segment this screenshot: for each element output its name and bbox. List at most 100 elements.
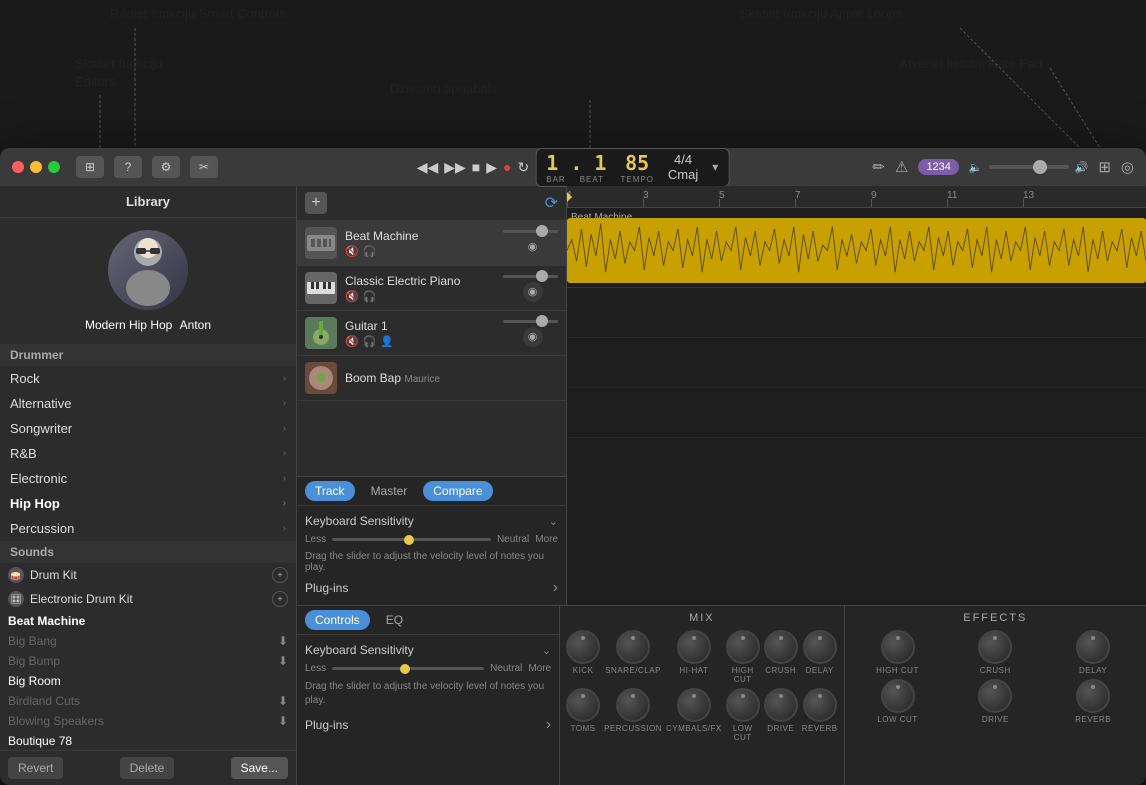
loop-button[interactable]: ↻ bbox=[518, 159, 530, 176]
mute-icon[interactable]: 🔇 bbox=[345, 245, 359, 258]
sound-item-birdland[interactable]: Birdland Cuts ⬇ bbox=[0, 691, 296, 711]
kit-row-drum[interactable]: 🥁 Drum Kit + bbox=[0, 563, 296, 587]
knob-control-percussion[interactable] bbox=[616, 688, 650, 722]
piano-settings-button[interactable]: ◉ bbox=[523, 282, 543, 302]
tab-compare[interactable]: Compare bbox=[423, 481, 492, 501]
download-icon[interactable]: ⬇ bbox=[278, 694, 288, 708]
volume-track[interactable] bbox=[989, 165, 1069, 169]
headphones-icon[interactable]: 🎧 bbox=[363, 290, 377, 303]
piano-track-empty[interactable] bbox=[567, 288, 1146, 338]
knob-control-reverb[interactable] bbox=[803, 688, 837, 722]
sound-item-blowing[interactable]: Blowing Speakers ⬇ bbox=[0, 711, 296, 731]
knob-control-highcut[interactable] bbox=[726, 630, 760, 664]
piano-volume-fader[interactable] bbox=[503, 275, 558, 278]
sound-item-big-bang[interactable]: Big Bang ⬇ bbox=[0, 631, 296, 651]
tab-controls[interactable]: Controls bbox=[305, 610, 370, 630]
track-row-piano[interactable]: Classic Electric Piano 🔇 🎧 ◉ bbox=[297, 266, 566, 311]
minimize-button[interactable] bbox=[30, 161, 42, 173]
tab-track[interactable]: Track bbox=[305, 481, 355, 501]
record-button[interactable]: ● bbox=[503, 159, 511, 175]
fx-knob-control-lowcut[interactable] bbox=[881, 679, 915, 713]
loop-icon[interactable]: ⟳ bbox=[545, 195, 558, 212]
tab-eq[interactable]: EQ bbox=[376, 610, 413, 630]
sensitivity-thumb[interactable] bbox=[404, 535, 414, 545]
track-row-beat-machine[interactable]: Beat Machine 🔇 🎧 ◉ bbox=[297, 221, 566, 266]
kit-expand-icon2[interactable]: + bbox=[272, 591, 288, 607]
knob-control-hihat[interactable] bbox=[677, 630, 711, 664]
fader-thumb[interactable] bbox=[536, 270, 548, 282]
download-icon[interactable]: ⬇ bbox=[278, 654, 288, 668]
library-icon[interactable]: ⊞ bbox=[76, 156, 104, 178]
fx-knob-control-delay[interactable] bbox=[1076, 630, 1110, 664]
fx-knob-control-crush[interactable] bbox=[978, 630, 1012, 664]
kit-expand-icon[interactable]: + bbox=[272, 567, 288, 583]
plugins-arrow-icon[interactable]: › bbox=[553, 579, 558, 597]
genre-item-rb[interactable]: R&B › bbox=[0, 441, 296, 466]
guitar-settings-button[interactable]: ◉ bbox=[523, 327, 543, 347]
close-button[interactable] bbox=[12, 161, 24, 173]
kb-plugins-arrow-icon[interactable]: › bbox=[546, 716, 551, 734]
fx-knob-control-drive[interactable] bbox=[978, 679, 1012, 713]
loop-browser-icon[interactable]: ◎ bbox=[1121, 158, 1134, 176]
beat-machine-track[interactable]: Beat Machine // Generate random waveform… bbox=[567, 208, 1146, 288]
fast-forward-button[interactable]: ▶▶ bbox=[444, 159, 466, 176]
kb-expand-icon[interactable]: ⌄ bbox=[542, 644, 551, 657]
knob-control-lowcut[interactable] bbox=[726, 688, 760, 722]
stop-button[interactable]: ■ bbox=[472, 159, 480, 175]
chevron-down-icon[interactable]: ▾ bbox=[712, 160, 718, 174]
fader-thumb[interactable] bbox=[536, 315, 548, 327]
knob-control-kick[interactable] bbox=[566, 630, 600, 664]
grid-icon[interactable]: ⊞ bbox=[1098, 158, 1111, 176]
volume-slider[interactable]: 🔈 🔊 bbox=[969, 161, 1088, 174]
genre-item-alternative[interactable]: Alternative › bbox=[0, 391, 296, 416]
volume-thumb[interactable] bbox=[1033, 160, 1047, 174]
mute-icon[interactable]: 🔇 bbox=[345, 335, 359, 348]
sound-item-beat-machine[interactable]: Beat Machine bbox=[0, 611, 296, 631]
knob-control-toms[interactable] bbox=[566, 688, 600, 722]
fullscreen-button[interactable] bbox=[48, 161, 60, 173]
download-icon[interactable]: ⬇ bbox=[278, 634, 288, 648]
headphones-icon[interactable]: 🎧 bbox=[363, 335, 377, 348]
tab-master[interactable]: Master bbox=[361, 481, 418, 501]
track-row-boombap[interactable]: Boom Bap Maurice bbox=[297, 356, 566, 401]
fader-thumb[interactable] bbox=[536, 225, 548, 237]
person-icon[interactable]: 👤 bbox=[380, 335, 394, 348]
headphones-icon[interactable]: 🎧 bbox=[363, 245, 377, 258]
guitar-volume-fader[interactable] bbox=[503, 320, 558, 323]
download-icon[interactable]: ⬇ bbox=[278, 714, 288, 728]
genre-item-songwriter[interactable]: Songwriter › bbox=[0, 416, 296, 441]
sensitivity-slider[interactable] bbox=[332, 538, 491, 541]
knob-control-drive[interactable] bbox=[764, 688, 798, 722]
expand-icon[interactable]: ⌄ bbox=[549, 515, 558, 528]
track-volume-fader[interactable] bbox=[503, 230, 558, 233]
knob-control-crush[interactable] bbox=[764, 630, 798, 664]
scissors-icon[interactable]: ✂ bbox=[190, 156, 218, 178]
kb-slider[interactable] bbox=[332, 667, 484, 670]
genre-item-percussion[interactable]: Percussion › bbox=[0, 516, 296, 541]
save-button[interactable]: Save... bbox=[231, 757, 288, 779]
track-row-guitar[interactable]: Guitar 1 🔇 🎧 👤 bbox=[297, 311, 566, 356]
help-icon[interactable]: ? bbox=[114, 156, 142, 178]
revert-button[interactable]: Revert bbox=[8, 757, 63, 779]
kit-row-electronic[interactable]: 🎛 Electronic Drum Kit + bbox=[0, 587, 296, 611]
track-settings-button[interactable]: ◉ bbox=[523, 237, 543, 257]
fx-knob-control-highcut[interactable] bbox=[881, 630, 915, 664]
genre-item-hiphop[interactable]: Hip Hop › bbox=[0, 491, 296, 516]
warning-icon[interactable]: ⚠ bbox=[895, 158, 908, 176]
guitar-track-empty[interactable] bbox=[567, 338, 1146, 388]
add-track-button[interactable]: + bbox=[305, 192, 327, 214]
delete-button[interactable]: Delete bbox=[120, 757, 175, 779]
genre-item-electronic[interactable]: Electronic › bbox=[0, 466, 296, 491]
sound-item-boutique78[interactable]: Boutique 78 bbox=[0, 731, 296, 750]
boombap-track-empty[interactable] bbox=[567, 388, 1146, 438]
knob-control-snare[interactable] bbox=[616, 630, 650, 664]
kb-thumb[interactable] bbox=[400, 664, 410, 674]
play-button[interactable]: ▶ bbox=[486, 159, 497, 176]
pencil-icon[interactable]: ✏ bbox=[872, 158, 885, 176]
mute-icon[interactable]: 🔇 bbox=[345, 290, 359, 303]
knob-control-cymbals[interactable] bbox=[677, 688, 711, 722]
smart-controls-icon[interactable]: ⚙ bbox=[152, 156, 180, 178]
fx-knob-control-reverb[interactable] bbox=[1076, 679, 1110, 713]
sound-item-big-room[interactable]: Big Room bbox=[0, 671, 296, 691]
genre-item-rock[interactable]: Rock › bbox=[0, 366, 296, 391]
